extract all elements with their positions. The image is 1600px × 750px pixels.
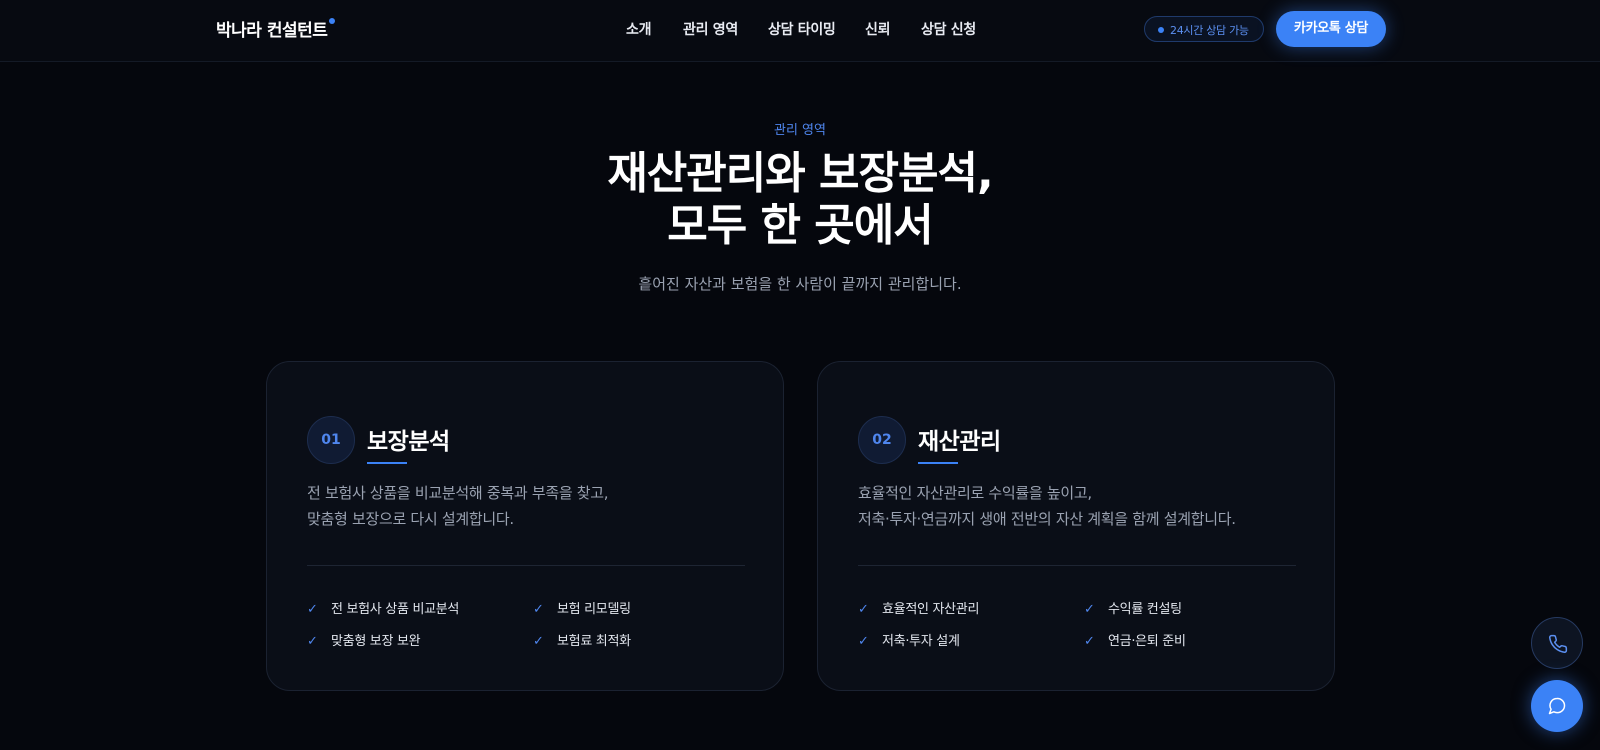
feature-label: 수익률 컨설팅 — [1108, 602, 1182, 617]
check-icon: ✓ — [533, 634, 544, 649]
section-title-line2: 모두 한 곳에서 — [667, 200, 934, 251]
feature-item: ✓ 효율적인 자산관리 — [858, 598, 979, 617]
section-eyebrow: 관리 영역 — [774, 123, 826, 138]
feature-label: 맞춤형 보장 보완 — [331, 634, 421, 649]
check-icon: ✓ — [307, 634, 318, 649]
section-title-line1: 재산관리와 보장분석, — [607, 148, 993, 199]
card-number: 01 — [307, 416, 355, 464]
feature-item: ✓ 보험료 최적화 — [533, 630, 631, 649]
check-icon: ✓ — [1084, 634, 1095, 649]
nav-item-consult-timing[interactable]: 상담 타이밍 — [768, 19, 836, 39]
chat-icon — [1548, 697, 1566, 715]
card-divider — [307, 565, 745, 566]
feature-label: 효율적인 자산관리 — [882, 602, 980, 617]
check-icon: ✓ — [1084, 602, 1095, 617]
kakao-consult-button[interactable]: 카카오톡 상담 — [1276, 11, 1386, 47]
nav-item-management-area[interactable]: 관리 영역 — [683, 19, 738, 39]
card-divider — [858, 565, 1296, 566]
nav-item-trust[interactable]: 신뢰 — [865, 19, 890, 39]
service-card-asset: 02 재산관리 효율적인 자산관리로 수익률을 높이고, 저축·투자·연금까지 … — [817, 361, 1335, 691]
card-title: 재산관리 — [918, 429, 1001, 455]
phone-call-button[interactable] — [1531, 617, 1583, 669]
card-description: 효율적인 자산관리로 수익률을 높이고, 저축·투자·연금까지 생애 전반의 자… — [858, 480, 1298, 532]
check-icon: ✓ — [533, 602, 544, 617]
site-header: 박나라 컨설턴트 소개 관리 영역 상담 타이밍 신뢰 상담 신청 24시간 상… — [0, 0, 1600, 62]
feature-label: 보험 리모델링 — [557, 602, 631, 617]
card-title-underline — [367, 462, 407, 464]
status-text: 24시간 상담 가능 — [1170, 24, 1249, 37]
card-title: 보장분석 — [367, 429, 450, 455]
feature-label: 전 보험사 상품 비교분석 — [331, 602, 460, 617]
feature-label: 저축·투자 설계 — [882, 634, 960, 649]
nav-item-consult-request[interactable]: 상담 신청 — [921, 19, 976, 39]
card-description-line2: 저축·투자·연금까지 생애 전반의 자산 계획을 함께 설계합니다. — [858, 510, 1236, 528]
feature-item: ✓ 전 보험사 상품 비교분석 — [307, 598, 459, 617]
feature-item: ✓ 맞춤형 보장 보완 — [307, 630, 421, 649]
check-icon: ✓ — [858, 602, 869, 617]
feature-label: 연금·은퇴 준비 — [1108, 634, 1186, 649]
phone-icon — [1549, 634, 1568, 653]
check-icon: ✓ — [307, 602, 318, 617]
card-description-line2: 맞춤형 보장으로 다시 설계합니다. — [307, 510, 514, 528]
chat-button[interactable] — [1531, 680, 1583, 732]
card-description: 전 보험사 상품을 비교분석해 중복과 부족을 찾고, 맞춤형 보장으로 다시 … — [307, 480, 747, 532]
section-subtitle: 흩어진 자산과 보험을 한 사람이 끝까지 관리합니다. — [638, 275, 962, 293]
feature-item: ✓ 수익률 컨설팅 — [1084, 598, 1182, 617]
card-description-line1: 효율적인 자산관리로 수익률을 높이고, — [858, 484, 1092, 502]
card-title-underline — [918, 462, 958, 464]
service-card-coverage: 01 보장분석 전 보험사 상품을 비교분석해 중복과 부족을 찾고, 맞춤형 … — [266, 361, 784, 691]
card-description-line1: 전 보험사 상품을 비교분석해 중복과 부족을 찾고, — [307, 484, 609, 502]
feature-label: 보험료 최적화 — [557, 634, 631, 649]
feature-item: ✓ 연금·은퇴 준비 — [1084, 630, 1186, 649]
card-number: 02 — [858, 416, 906, 464]
nav-item-intro[interactable]: 소개 — [626, 19, 651, 39]
status-dot-icon — [1158, 27, 1164, 33]
section-title: 재산관리와 보장분석, 모두 한 곳에서 — [0, 148, 1600, 252]
status-badge: 24시간 상담 가능 — [1144, 16, 1264, 42]
check-icon: ✓ — [858, 634, 869, 649]
feature-item: ✓ 저축·투자 설계 — [858, 630, 960, 649]
feature-item: ✓ 보험 리모델링 — [533, 598, 631, 617]
